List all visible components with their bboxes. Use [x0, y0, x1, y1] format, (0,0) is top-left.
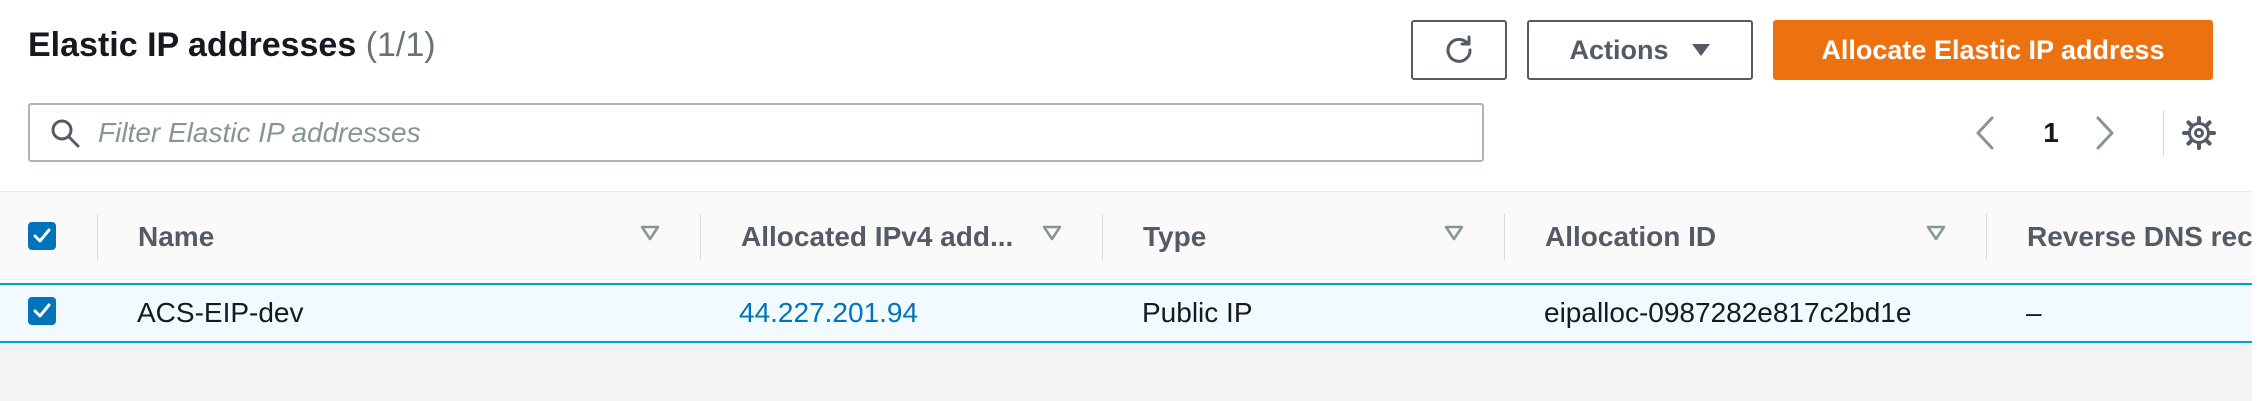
actions-label: Actions: [1569, 34, 1669, 65]
search-input[interactable]: [98, 116, 1458, 149]
table-header: Name Allocated IPv4 add... Type Allocati…: [0, 193, 2252, 280]
column-header-label: Allocation ID: [1545, 220, 1717, 252]
allocate-label: Allocate Elastic IP address: [1821, 34, 2165, 65]
column-header-label: Reverse DNS record: [2027, 220, 2252, 252]
page-number: 1: [2043, 117, 2059, 148]
column-divider: [1986, 214, 1987, 260]
window-edge: [2252, 0, 2265, 401]
elastic-ip-panel: Elastic IP addresses (1/1) Actions Alloc…: [0, 0, 2252, 401]
filter-search: [28, 103, 1484, 162]
page-title-text: Elastic IP addresses: [28, 26, 357, 64]
gear-icon: [2182, 116, 2216, 150]
column-divider: [1504, 214, 1505, 260]
checkmark-icon: [33, 228, 51, 243]
sort-caret-icon[interactable]: [1442, 221, 1466, 245]
sort-caret-icon[interactable]: [1040, 221, 1064, 245]
column-header-allocated-ipv4[interactable]: Allocated IPv4 add...: [741, 193, 1013, 280]
table-empty-area: [0, 343, 2252, 401]
caret-down-icon: [1691, 44, 1710, 56]
column-divider: [700, 214, 701, 260]
panel-header: Elastic IP addresses (1/1) Actions Alloc…: [0, 0, 2252, 192]
next-page-button[interactable]: [2095, 110, 2127, 156]
actions-button[interactable]: Actions: [1527, 20, 1753, 80]
cell-type: Public IP: [1142, 297, 1253, 328]
chevron-right-icon: [2096, 116, 2114, 150]
column-divider: [1102, 214, 1103, 260]
column-header-label: Type: [1143, 220, 1207, 252]
cell-allocation-id: eipalloc-0987282e817c2bd1e: [1544, 297, 1912, 328]
cell-name: ACS-EIP-dev: [137, 297, 304, 328]
column-divider: [97, 214, 98, 260]
allocate-elastic-ip-button[interactable]: Allocate Elastic IP address: [1773, 20, 2213, 80]
select-all-checkbox[interactable]: [28, 222, 56, 250]
column-header-type[interactable]: Type: [1143, 193, 1206, 280]
chevron-left-icon: [1976, 116, 1994, 150]
refresh-icon: [1446, 35, 1472, 63]
search-icon: [51, 119, 80, 147]
item-count: (1/1): [365, 26, 436, 64]
column-header-label: Allocated IPv4 add...: [741, 220, 1014, 252]
page-title: Elastic IP addresses (1/1): [28, 26, 436, 65]
previous-page-button[interactable]: [1975, 110, 2007, 156]
current-page-button[interactable]: 1: [2036, 110, 2066, 156]
row-checkbox[interactable]: [28, 297, 56, 325]
sort-caret-icon[interactable]: [638, 221, 662, 245]
checkmark-icon: [33, 303, 51, 318]
column-header-reverse-dns[interactable]: Reverse DNS record: [2027, 193, 2252, 280]
cell-reverse-dns: –: [2026, 297, 2042, 328]
refresh-button[interactable]: [1411, 20, 1507, 80]
sort-caret-icon[interactable]: [1924, 221, 1948, 245]
column-header-allocation-id[interactable]: Allocation ID: [1545, 193, 1716, 280]
column-header-name[interactable]: Name: [138, 193, 214, 280]
pager-divider: [2163, 110, 2164, 156]
cell-allocated-ipv4-link[interactable]: 44.227.201.94: [739, 285, 918, 341]
table-row[interactable]: ACS-EIP-dev 44.227.201.94 Public IP eipa…: [0, 283, 2252, 343]
column-header-label: Name: [138, 220, 215, 252]
preferences-button[interactable]: [2181, 115, 2217, 151]
